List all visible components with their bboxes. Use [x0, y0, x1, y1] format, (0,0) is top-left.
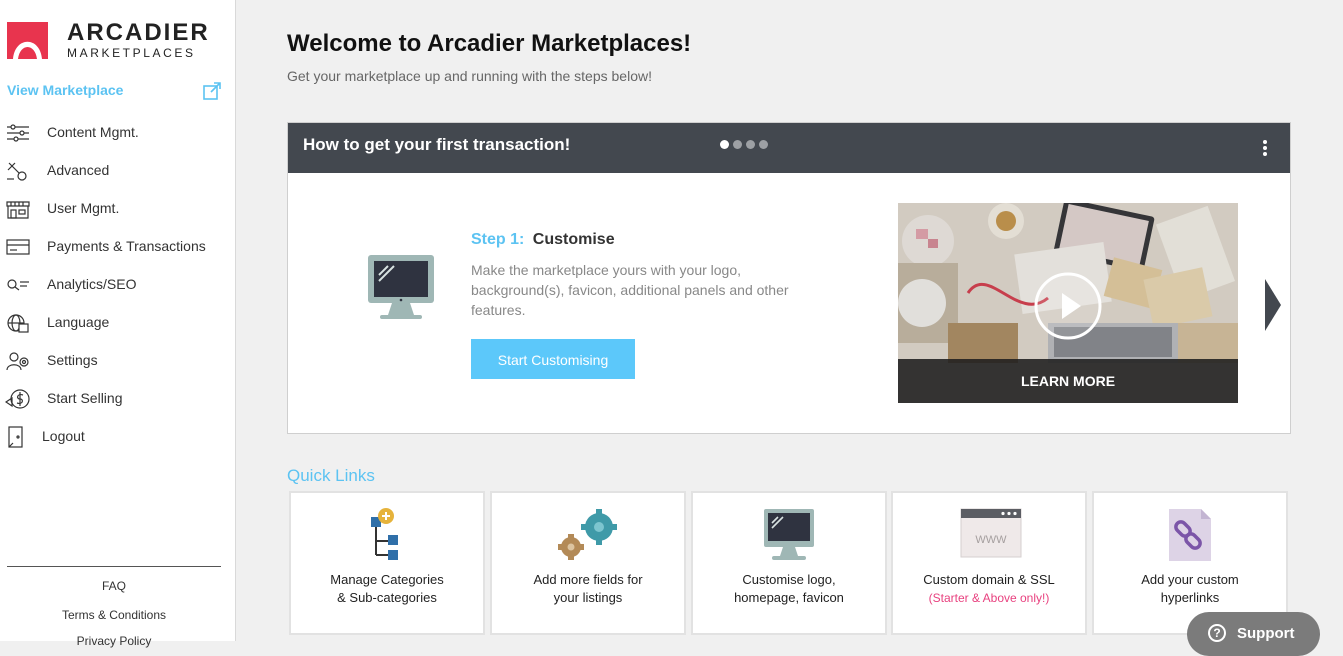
step-heading: Step 1: Customise — [471, 231, 615, 249]
step-name: Customise — [532, 231, 615, 248]
globe-icon — [7, 314, 29, 333]
external-link-icon[interactable] — [202, 81, 222, 101]
quick-link-manage-categories[interactable]: Manage Categories & Sub-categories — [289, 491, 485, 635]
page-subtitle: Get your marketplace up and running with… — [287, 68, 652, 84]
privacy-link[interactable]: Privacy Policy — [0, 634, 228, 648]
quick-link-label: Add your custom hyperlinks — [1094, 571, 1286, 607]
view-marketplace-link[interactable]: View Marketplace — [7, 82, 123, 98]
page-title: Welcome to Arcadier Marketplaces! — [287, 30, 692, 57]
more-options-icon[interactable] — [1258, 137, 1272, 159]
sidebar-item-user-mgmt[interactable]: User Mgmt. — [0, 190, 236, 226]
search-analytics-icon — [7, 279, 29, 291]
browser-www-icon: WWW — [960, 508, 1022, 558]
quick-link-label: Add more fields for your listings — [492, 571, 684, 607]
link-file-icon — [1169, 509, 1211, 561]
sliders-icon — [7, 124, 29, 142]
sidebar-item-label: Content Mgmt. — [47, 124, 139, 140]
advanced-tools-icon — [7, 162, 27, 181]
settings-users-icon — [6, 352, 29, 371]
carousel-dot[interactable] — [733, 140, 742, 149]
quick-link-customise-logo[interactable]: Customise logo, homepage, favicon — [691, 491, 887, 635]
quick-links-grid: Manage Categories & Sub-categories Add m… — [289, 491, 1291, 641]
sidebar-item-label: Settings — [47, 352, 98, 368]
quick-link-line2: your listings — [553, 590, 623, 605]
quick-link-line2: homepage, favicon — [734, 590, 844, 605]
arcadier-logo[interactable]: ARCADIER MARKETPLACES — [7, 19, 210, 63]
quick-link-custom-domain[interactable]: WWW Custom domain & SSL (Starter & Above… — [891, 491, 1087, 635]
category-tree-icon — [371, 508, 398, 560]
step-number: Step 1: — [471, 231, 525, 248]
sidebar-item-content-mgmt[interactable]: Content Mgmt. — [0, 114, 236, 150]
carousel-dot[interactable] — [720, 140, 729, 149]
sidebar-item-logout[interactable]: Logout — [0, 418, 236, 454]
sidebar-item-analytics-seo[interactable]: Analytics/SEO — [0, 266, 236, 302]
sidebar-item-label: Logout — [42, 428, 85, 444]
arcadier-logo-icon — [7, 22, 48, 59]
sidebar-item-label: User Mgmt. — [47, 200, 120, 216]
quick-link-line1: Add your custom — [1141, 572, 1239, 587]
storefront-icon — [6, 201, 30, 219]
quick-link-line2: hyperlinks — [1160, 590, 1220, 605]
carousel-dot[interactable] — [759, 140, 768, 149]
logo-subtitle: MARKETPLACES — [67, 46, 196, 60]
quick-links-title: Quick Links — [287, 466, 375, 485]
quick-link-add-fields[interactable]: Add more fields for your listings — [490, 491, 686, 635]
monitor-icon — [368, 255, 434, 319]
start-customising-button[interactable]: Start Customising — [471, 339, 635, 379]
monitor-icon — [764, 509, 814, 560]
card-title: How to get your first transaction! — [303, 135, 571, 154]
sidebar-divider — [7, 566, 221, 567]
carousel-dot[interactable] — [746, 140, 755, 149]
quick-link-line2: & Sub-categories — [337, 590, 437, 605]
quick-link-label: Customise logo, homepage, favicon — [693, 571, 885, 607]
sidebar-item-label: Payments & Transactions — [47, 238, 206, 254]
sidebar-item-payments[interactable]: Payments & Transactions — [0, 228, 236, 264]
logout-icon — [8, 426, 23, 448]
dollar-icon — [5, 389, 30, 409]
learn-more-button[interactable]: LEARN MORE — [898, 359, 1238, 403]
sidebar-item-label: Language — [47, 314, 110, 330]
quick-link-note: (Starter & Above only!) — [928, 591, 1050, 605]
play-icon[interactable] — [1033, 271, 1103, 341]
sidebar-item-start-selling[interactable]: Start Selling — [0, 380, 236, 416]
sidebar-item-settings[interactable]: Settings — [0, 342, 236, 378]
support-button[interactable]: ? Support — [1187, 612, 1320, 656]
next-slide-arrow-icon[interactable] — [1265, 279, 1281, 331]
onboarding-card: How to get your first transaction! Step … — [287, 122, 1291, 434]
quick-link-label: Custom domain & SSL (Starter & Above onl… — [893, 571, 1085, 607]
sidebar-item-language[interactable]: Language — [0, 304, 236, 340]
logo-title: ARCADIER — [67, 19, 210, 46]
gears-icon — [558, 509, 617, 560]
sidebar-item-label: Advanced — [47, 162, 110, 178]
quick-link-line1: Customise logo, — [742, 572, 836, 587]
quick-link-label: Manage Categories & Sub-categories — [291, 571, 483, 607]
sidebar: ARCADIER MARKETPLACES View Marketplace C… — [0, 0, 236, 648]
quick-link-line1: Add more fields for — [533, 572, 643, 587]
svg-text:WWW: WWW — [975, 534, 1007, 546]
sidebar-item-advanced[interactable]: Advanced — [0, 152, 236, 188]
faq-link[interactable]: FAQ — [0, 579, 228, 593]
sidebar-item-label: Start Selling — [47, 390, 123, 406]
step-description: Make the marketplace yours with your log… — [471, 262, 789, 318]
card-header: How to get your first transaction! — [288, 123, 1290, 173]
credit-card-icon — [6, 239, 30, 255]
quick-link-line1: Custom domain & SSL — [923, 572, 1055, 587]
help-icon: ? — [1208, 624, 1226, 642]
terms-link[interactable]: Terms & Conditions — [0, 608, 228, 622]
support-label: Support — [1237, 625, 1295, 642]
quick-link-line1: Manage Categories — [330, 572, 444, 587]
video-thumbnail[interactable]: LEARN MORE — [898, 203, 1238, 403]
sidebar-item-label: Analytics/SEO — [47, 276, 137, 292]
